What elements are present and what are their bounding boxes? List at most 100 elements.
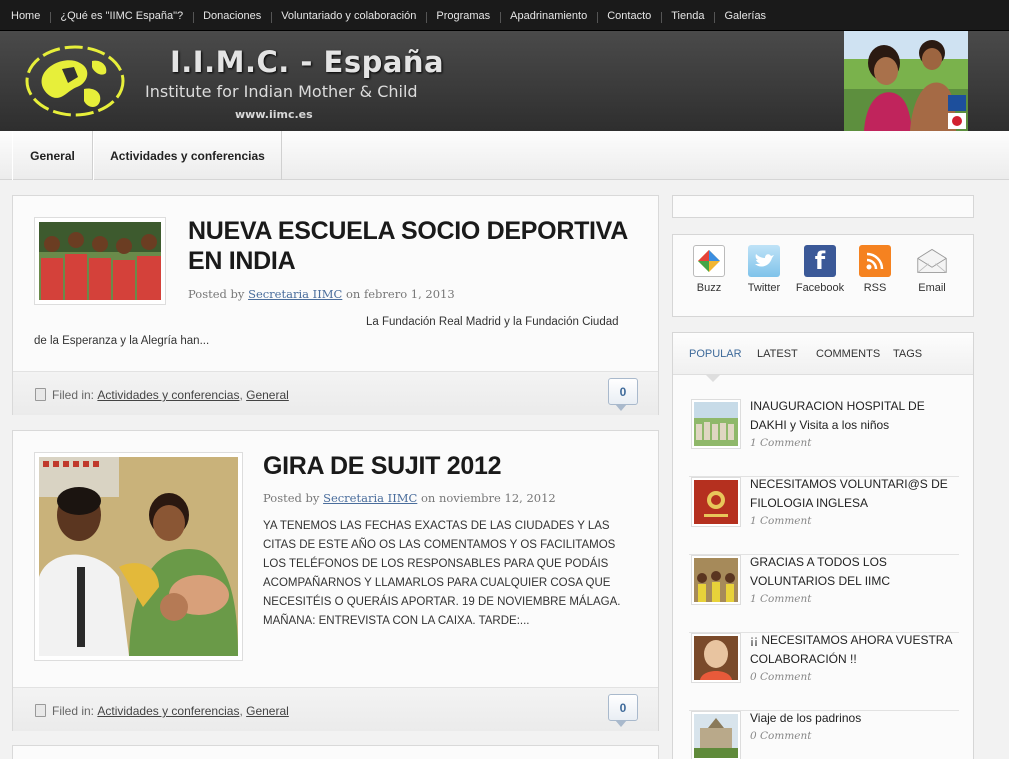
social-rss[interactable]: RSS — [847, 245, 903, 294]
social-facebook[interactable]: f Facebook — [792, 245, 848, 294]
popular-title[interactable]: ¡¡ NECESITAMOS AHORA VUESTRA COLABORACIÓ… — [750, 631, 960, 669]
nav-contacto[interactable]: Contacto — [597, 10, 662, 23]
social-buzz[interactable]: Buzz — [681, 245, 737, 294]
social-links-box: Buzz Twitter f Facebook RSS Email — [672, 234, 974, 317]
nav-donaciones[interactable]: Donaciones — [193, 10, 272, 23]
facebook-icon: f — [804, 245, 836, 277]
popular-comment-count: 1 Comment — [750, 593, 812, 605]
tab-latest[interactable]: LATEST — [757, 348, 798, 360]
filed-in-label: Filed in: — [52, 704, 95, 718]
popular-title-line[interactable]: ¡¡ NECESITAMOS AHORA VUESTRA — [750, 631, 960, 650]
post-thumbnail[interactable] — [34, 452, 243, 661]
excerpt-line: NECESITÉIS O QUERÁIS APORTAR. 19 DE NOVI… — [263, 596, 621, 608]
tab-popular[interactable]: POPULAR — [689, 348, 742, 360]
tab-general[interactable]: General — [12, 131, 93, 180]
post-date: on febrero 1, 2013 — [345, 287, 455, 301]
post-footer: Filed in: Actividades y conferencias, Ge… — [13, 371, 658, 415]
post-title-line[interactable]: EN INDIA — [188, 247, 296, 275]
post-card — [12, 745, 659, 759]
post-footer: Filed in: Actividades y conferencias, Ge… — [13, 687, 658, 731]
globe-logo-icon[interactable] — [22, 43, 128, 119]
post-title[interactable]: GIRA DE SUJIT 2012 — [263, 451, 502, 481]
post-title-line[interactable]: NUEVA ESCUELA SOCIO DEPORTIVA — [188, 217, 628, 245]
category-link[interactable]: General — [246, 388, 289, 402]
popular-item[interactable]: GRACIAS A TODOS LOS VOLUNTARIOS DEL IIMC… — [689, 555, 959, 633]
popular-item[interactable]: Viaje de los padrinos 0 Comment — [689, 711, 959, 759]
email-icon — [916, 245, 948, 277]
tab-pointer-icon — [705, 374, 721, 382]
excerpt-line: ACOMPAÑARNOS Y LLAMARLOS PARA CUALQUIER … — [263, 577, 611, 589]
comment-count-button[interactable]: 0 — [608, 694, 638, 727]
popular-thumbnail[interactable] — [691, 555, 741, 605]
nav-home[interactable]: Home — [2, 10, 51, 22]
comment-count-button[interactable]: 0 — [608, 378, 638, 411]
social-email[interactable]: Email — [904, 245, 960, 294]
social-label: RSS — [863, 282, 887, 294]
post-thumbnail[interactable] — [34, 217, 166, 305]
popular-title-line[interactable]: GRACIAS A TODOS LOS — [750, 553, 960, 572]
nav-tienda[interactable]: Tienda — [661, 10, 715, 23]
tab-actividades[interactable]: Actividades y conferencias — [93, 131, 282, 180]
nav-que-es[interactable]: ¿Qué es "IIMC España"? — [50, 10, 194, 23]
popular-title-line[interactable]: VOLUNTARIOS DEL IIMC — [750, 572, 960, 591]
excerpt-line: LOS TELÉFONOS DE LOS RESPONSABLES PARA Q… — [263, 558, 609, 570]
buzz-icon — [693, 245, 725, 277]
popular-title[interactable]: INAUGURACION HOSPITAL DE DAKHI y Visita … — [750, 397, 960, 435]
popular-item[interactable]: ¡¡ NECESITAMOS AHORA VUESTRA COLABORACIÓ… — [689, 633, 959, 711]
post-title[interactable]: NUEVA ESCUELA SOCIO DEPORTIVA EN INDIA — [188, 216, 628, 276]
popular-title-line[interactable]: FILOLOGIA INGLESA — [750, 494, 960, 513]
popular-title-line[interactable]: DAKHI y Visita a los niños — [750, 416, 960, 435]
popular-thumbnail[interactable] — [691, 399, 741, 449]
social-label: Buzz — [696, 282, 722, 294]
popular-title[interactable]: NECESITAMOS VOLUNTARI@S DE FILOLOGIA ING… — [750, 475, 960, 513]
posted-by-label: Posted by — [263, 491, 320, 505]
popular-title-line[interactable]: Viaje de los padrinos — [750, 709, 960, 728]
popular-comment-count: 1 Comment — [750, 437, 812, 449]
author-link[interactable]: Secretaria IIMC — [248, 287, 342, 301]
post-meta: Posted by Secretaria IIMC on febrero 1, … — [188, 287, 455, 301]
tabbed-widget: POPULAR LATEST COMMENTS TAGS INAUGURACIO… — [672, 332, 974, 759]
category-link[interactable]: General — [246, 704, 289, 718]
popular-title-line[interactable]: INAUGURACION HOSPITAL DE — [750, 397, 960, 416]
post-date: on noviembre 12, 2012 — [420, 491, 556, 505]
popular-thumbnail[interactable] — [691, 477, 741, 527]
nav-programas[interactable]: Programas — [426, 10, 501, 23]
popular-comment-count: 0 Comment — [750, 730, 812, 742]
site-url: www.iimc.es — [235, 108, 313, 121]
top-navigation: Home ¿Qué es "IIMC España"? Donaciones V… — [0, 0, 1009, 31]
popular-title[interactable]: Viaje de los padrinos — [750, 709, 960, 728]
category-link[interactable]: Actividades y conferencias — [97, 388, 239, 402]
twitter-icon — [748, 245, 780, 277]
popular-item[interactable]: INAUGURACION HOSPITAL DE DAKHI y Visita … — [689, 399, 959, 477]
tab-tags[interactable]: TAGS — [893, 348, 922, 360]
folder-icon — [35, 703, 46, 717]
category-link[interactable]: Actividades y conferencias — [97, 704, 239, 718]
post-meta: Posted by Secretaria IIMC on noviembre 1… — [263, 491, 556, 505]
nav-galerias[interactable]: Galerías — [714, 10, 777, 23]
category-navigation: General Actividades y conferencias — [0, 131, 1009, 180]
tab-comments[interactable]: COMMENTS — [816, 348, 880, 360]
nav-apadrinamiento[interactable]: Apadrinamiento — [500, 10, 598, 23]
author-link[interactable]: Secretaria IIMC — [323, 491, 417, 505]
social-label: Twitter — [747, 282, 781, 294]
popular-thumbnail[interactable] — [691, 633, 741, 683]
posted-by-label: Posted by — [188, 287, 245, 301]
social-twitter[interactable]: Twitter — [736, 245, 792, 294]
post-excerpt: YA TENEMOS LAS FECHAS EXACTAS DE LAS CIU… — [263, 517, 643, 631]
popular-title-line[interactable]: COLABORACIÓN !! — [750, 650, 960, 669]
post-excerpt: La Fundación Real Madrid y la Fundación … — [366, 316, 619, 328]
excerpt-line: CITAS DE ESTE AÑO OS LAS COMENTAMOS Y OS… — [263, 539, 616, 551]
popular-title-line[interactable]: NECESITAMOS VOLUNTARI@S DE — [750, 475, 960, 494]
excerpt-line: YA TENEMOS LAS FECHAS EXACTAS DE LAS CIU… — [263, 520, 610, 532]
popular-title[interactable]: GRACIAS A TODOS LOS VOLUNTARIOS DEL IIMC — [750, 553, 960, 591]
site-title[interactable]: I.I.M.C. - España — [170, 45, 444, 79]
rss-icon — [859, 245, 891, 277]
popular-comment-count: 1 Comment — [750, 515, 812, 527]
popular-item[interactable]: NECESITAMOS VOLUNTARI@S DE FILOLOGIA ING… — [689, 477, 959, 555]
filed-in: Filed in: Actividades y conferencias, Ge… — [35, 703, 289, 718]
nav-voluntariado[interactable]: Voluntariado y colaboración — [271, 10, 427, 23]
popular-thumbnail[interactable] — [691, 711, 741, 759]
post-excerpt: de la Esperanza y la Alegría han... — [34, 335, 210, 347]
post-card: GIRA DE SUJIT 2012 Posted by Secretaria … — [12, 430, 659, 731]
header-photo-image — [844, 31, 968, 131]
